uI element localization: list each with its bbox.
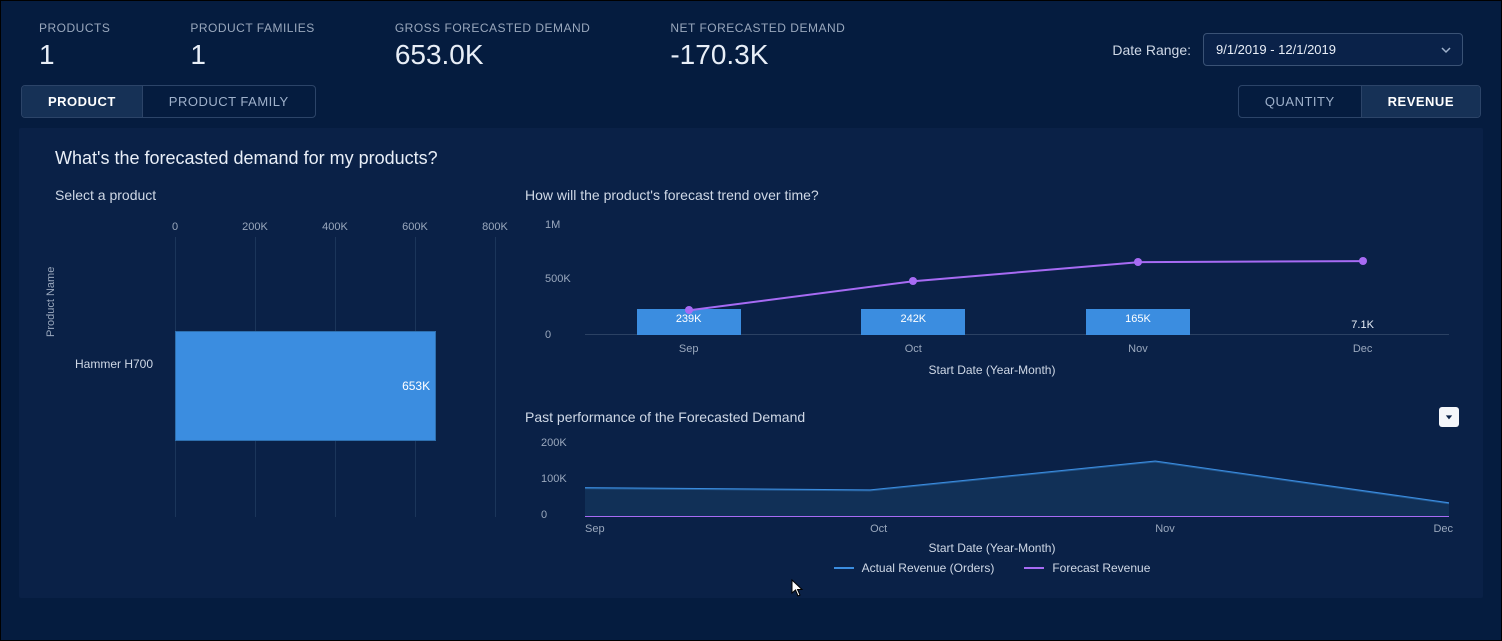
kpi-label: NET FORECASTED DEMAND [670,21,845,35]
tab-row: PRODUCT PRODUCT FAMILY QUANTITY REVENUE [19,85,1483,118]
x-tick: 200K [242,221,268,233]
tab-product[interactable]: PRODUCT [22,86,142,117]
kpi-product-families: PRODUCT FAMILIES 1 [190,21,314,71]
x-tick: 400K [322,221,348,233]
forecast-trend-chart[interactable]: 1M 500K 0 239K 242K 165K [525,217,1459,377]
kpi-net-forecasted-demand: NET FORECASTED DEMAND -170.3K [670,21,845,71]
kpi-products: PRODUCTS 1 [39,21,110,71]
past-performance-block: Past performance of the Forecasted Deman… [525,407,1459,575]
line-point[interactable] [1134,258,1142,266]
y-tick: 500K [545,273,571,285]
line-point[interactable] [909,277,917,285]
legend-swatch-icon [1024,567,1044,569]
kpi-row: PRODUCTS 1 PRODUCT FAMILIES 1 GROSS FORE… [19,13,1483,85]
trend-title: How will the product's forecast trend ov… [525,187,1459,203]
past-performance-chart[interactable]: 200K 100K 0 [525,435,1459,555]
main-panel: What's the forecasted demand for my prod… [19,128,1483,598]
y-tick: 0 [541,509,547,521]
chart-menu-button[interactable] [1439,407,1459,427]
legend-swatch-icon [834,567,854,569]
x-tick: Oct [905,343,922,355]
x-tick: 800K [482,221,508,233]
date-range-value: 9/1/2019 - 12/1/2019 [1216,42,1336,57]
x-axis-label: Start Date (Year-Month) [525,363,1459,377]
date-range-label: Date Range: [1112,42,1191,58]
perf-title: Past performance of the Forecasted Deman… [525,409,805,425]
forecast-line [585,223,1449,335]
y-tick: 0 [545,329,551,341]
x-tick: Sep [679,343,699,355]
measure-segment: QUANTITY REVENUE [1238,85,1481,118]
view-type-segment: PRODUCT PRODUCT FAMILY [21,85,316,118]
tab-revenue[interactable]: REVENUE [1361,86,1480,117]
kpi-label: GROSS FORECASTED DEMAND [395,21,591,35]
x-tick: Nov [1155,523,1175,535]
kpi-value: 653.0K [395,39,591,71]
date-range-select[interactable]: 9/1/2019 - 12/1/2019 [1203,33,1463,66]
line-point[interactable] [685,306,693,314]
select-product-title: Select a product [55,187,495,203]
x-tick: Sep [585,523,605,535]
legend-label: Forecast Revenue [1052,561,1150,575]
y-tick: 100K [541,473,567,485]
line-point[interactable] [1359,257,1367,265]
product-bar[interactable]: 653K [175,331,436,441]
y-axis-label: Product Name [45,267,57,337]
date-range: Date Range: 9/1/2019 - 12/1/2019 [1112,21,1463,66]
kpi-value: 1 [39,39,110,71]
y-tick: 1M [545,219,560,231]
chevron-down-icon [1440,44,1452,56]
panel-title: What's the forecasted demand for my prod… [55,148,1459,169]
cursor-icon [791,579,805,597]
hbar-chart[interactable]: Product Name Hammer H700 0 200K 400K 600… [55,217,495,517]
x-tick: 600K [402,221,428,233]
kpi-value: 1 [190,39,314,71]
product-bar-value: 653K [402,379,430,393]
kpi-label: PRODUCT FAMILIES [190,21,314,35]
x-axis-label: Start Date (Year-Month) [525,541,1459,555]
x-tick: Dec [1353,343,1373,355]
legend-forecast[interactable]: Forecast Revenue [1024,561,1150,575]
x-tick: Oct [870,523,887,535]
product-name-label: Hammer H700 [75,357,153,371]
kpi-label: PRODUCTS [39,21,110,35]
legend-actual[interactable]: Actual Revenue (Orders) [834,561,995,575]
tab-quantity[interactable]: QUANTITY [1239,86,1361,117]
x-tick: Nov [1128,343,1148,355]
perf-plot [585,441,1449,517]
y-tick: 200K [541,437,567,449]
tab-product-family[interactable]: PRODUCT FAMILY [142,86,315,117]
kpi-gross-forecasted-demand: GROSS FORECASTED DEMAND 653.0K [395,21,591,71]
kpi-value: -170.3K [670,39,845,71]
trend-plot: 239K 242K 165K 7.1K [585,223,1449,335]
select-product-chart: Select a product Product Name Hammer H70… [55,187,495,517]
hbar-plot-area: 0 200K 400K 600K 800K 653K [175,241,495,517]
chart-legend: Actual Revenue (Orders) Forecast Revenue [525,561,1459,575]
x-tick: 0 [172,221,178,233]
x-tick: Dec [1433,523,1453,535]
legend-label: Actual Revenue (Orders) [862,561,995,575]
